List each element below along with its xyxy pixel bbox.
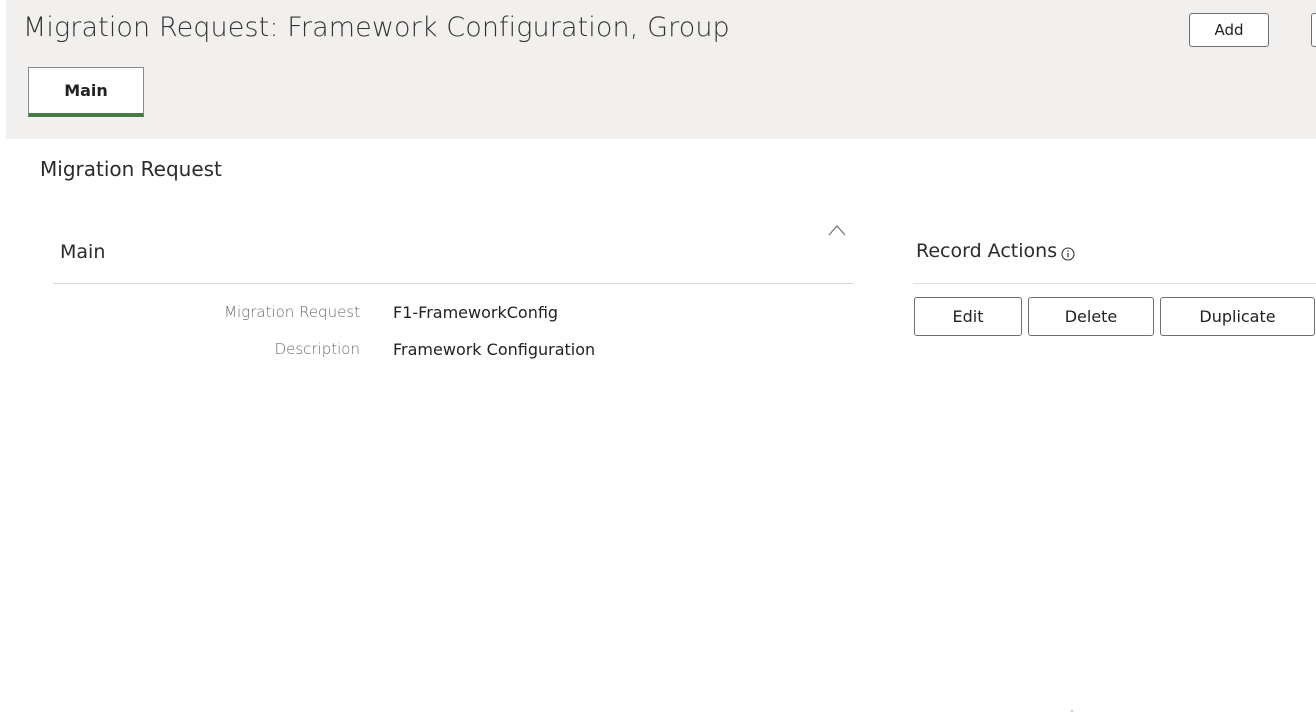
header-overflow-button[interactable] (1311, 13, 1316, 47)
chevron-up-icon[interactable] (828, 222, 846, 236)
edit-button[interactable]: Edit (914, 297, 1022, 336)
add-button[interactable]: Add (1189, 13, 1269, 47)
field-value-description: Framework Configuration (393, 340, 596, 359)
duplicate-button[interactable]: Duplicate (1160, 297, 1315, 336)
section-title: Migration Request (40, 157, 222, 181)
record-actions-title: Record Actions (916, 240, 1075, 262)
page-header: Migration Request: Framework Configurati… (6, 0, 1316, 139)
field-label-description: Description (274, 340, 360, 358)
record-actions-divider (913, 283, 1316, 284)
tab-main[interactable]: Main (28, 67, 144, 117)
record-actions-label: Record Actions (916, 240, 1058, 262)
field-label-migration-request: Migration Request (224, 303, 360, 321)
page: Migration Request: Framework Configurati… (0, 0, 1316, 713)
main-panel-title: Main (60, 241, 106, 263)
delete-button[interactable]: Delete (1028, 297, 1154, 336)
decorative-dot (1071, 710, 1073, 712)
info-icon[interactable] (1061, 244, 1075, 261)
main-panel-divider (53, 283, 853, 284)
page-title: Migration Request: Framework Configurati… (23, 12, 730, 43)
field-value-migration-request: F1-FrameworkConfig (393, 303, 559, 322)
